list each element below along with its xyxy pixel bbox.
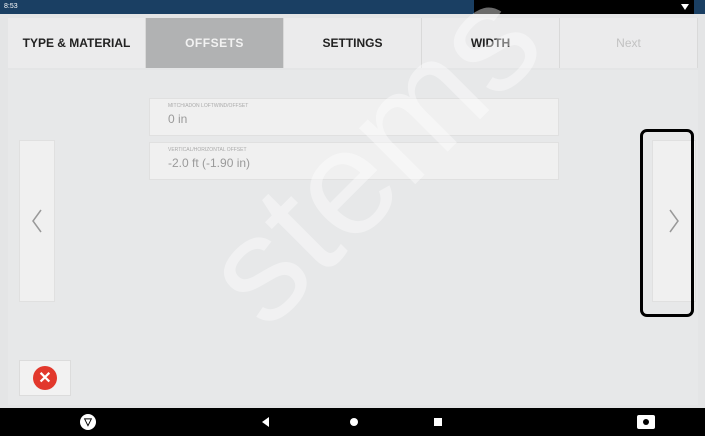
status-time: 8:53 — [4, 3, 18, 10]
chevron-left-icon — [32, 209, 42, 233]
next-button[interactable]: Next — [560, 18, 698, 68]
offset-field-1[interactable]: MITCH/ADON LOFTWIND/OFFSET 0 in — [149, 98, 559, 136]
cancel-button[interactable]: ✕ — [19, 360, 71, 396]
tab-offsets[interactable]: OFFSETS — [146, 18, 284, 68]
status-bar-strip — [474, 0, 694, 14]
wifi-icon — [681, 4, 689, 10]
home-icon[interactable] — [350, 418, 358, 426]
android-nav-bar: ▽ — [0, 408, 705, 436]
tab-settings[interactable]: SETTINGS — [284, 18, 422, 68]
offset-field-1-label: MITCH/ADON LOFTWIND/OFFSET — [168, 103, 249, 109]
recents-icon[interactable] — [434, 418, 442, 426]
tab-type-material[interactable]: TYPE & MATERIAL — [8, 18, 146, 68]
status-bar: 8:53 — [0, 0, 705, 14]
camera-icon[interactable] — [637, 415, 655, 429]
offset-field-2-label: VERTICAL/HORIZONTAL OFFSET — [168, 147, 247, 153]
close-icon: ✕ — [33, 366, 57, 390]
highlight-box — [640, 129, 694, 317]
app-logo-icon[interactable]: ▽ — [80, 414, 96, 430]
offsets-panel: MITCH/ADON LOFTWIND/OFFSET 0 in VERTICAL… — [8, 70, 698, 405]
tab-width[interactable]: WIDTH — [422, 18, 560, 68]
tab-bar: TYPE & MATERIAL OFFSETS SETTINGS WIDTH N… — [8, 18, 698, 68]
previous-arrow-button[interactable] — [19, 140, 55, 302]
offset-field-1-value: 0 in — [168, 112, 188, 126]
back-icon[interactable] — [262, 417, 269, 427]
offset-field-2-value: -2.0 ft (-1.90 in) — [168, 156, 251, 170]
offset-field-2[interactable]: VERTICAL/HORIZONTAL OFFSET -2.0 ft (-1.9… — [149, 142, 559, 180]
